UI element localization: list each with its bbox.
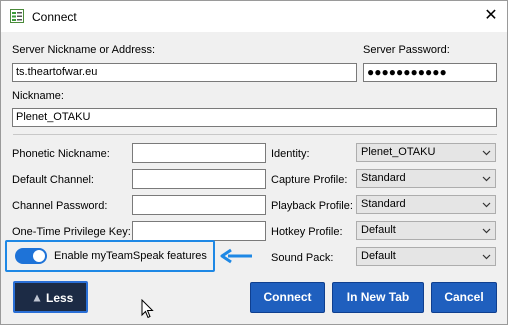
sound-pack-value: Default: [361, 250, 396, 262]
default-channel-input[interactable]: [132, 169, 266, 189]
phonetic-nickname-label: Phonetic Nickname:: [12, 148, 110, 160]
playback-profile-label: Playback Profile:: [271, 200, 353, 212]
mytsfeatures-toggle[interactable]: [15, 248, 47, 264]
server-password-input[interactable]: ●●●●●●●●●●●: [363, 63, 497, 82]
connect-button[interactable]: Connect: [250, 282, 325, 313]
identity-label: Identity:: [271, 148, 310, 160]
capture-profile-select[interactable]: Standard: [356, 169, 496, 188]
chevron-down-icon: [482, 202, 491, 208]
hotkey-profile-select[interactable]: Default: [356, 221, 496, 240]
cancel-button[interactable]: Cancel: [431, 282, 497, 313]
channel-password-input[interactable]: [132, 195, 266, 215]
server-address-input[interactable]: ts.theartofwar.eu: [12, 63, 357, 82]
default-channel-label: Default Channel:: [12, 174, 94, 186]
mouse-cursor-icon: [141, 299, 154, 319]
privilege-key-input[interactable]: [132, 221, 266, 241]
chevron-down-icon: [482, 176, 491, 182]
playback-profile-select[interactable]: Standard: [356, 195, 496, 214]
server-address-label: Server Nickname or Address:: [12, 44, 156, 56]
close-button[interactable]: ✕: [479, 5, 503, 27]
mytsfeatures-highlight: Enable myTeamSpeak features: [5, 240, 215, 272]
less-label: Less: [46, 291, 74, 305]
identity-value: Plenet_OTAKU: [361, 146, 436, 158]
triangle-up-icon: [33, 294, 41, 302]
server-password-label: Server Password:: [363, 44, 450, 56]
arrow-left-icon: [220, 248, 252, 264]
capture-profile-value: Standard: [361, 172, 406, 184]
nickname-input[interactable]: Plenet_OTAKU: [12, 108, 497, 127]
connect-dialog: Connect ✕ Server Nickname or Address: ts…: [0, 0, 508, 325]
hotkey-profile-value: Default: [361, 224, 396, 236]
hotkey-profile-label: Hotkey Profile:: [271, 226, 343, 238]
title-bar: Connect ✕: [1, 1, 507, 32]
chevron-down-icon: [482, 228, 491, 234]
new-tab-button[interactable]: In New Tab: [332, 282, 424, 313]
channel-password-label: Channel Password:: [12, 200, 108, 212]
playback-profile-value: Standard: [361, 198, 406, 210]
phonetic-nickname-input[interactable]: [132, 143, 266, 163]
capture-profile-label: Capture Profile:: [271, 174, 348, 186]
privilege-key-label: One-Time Privilege Key:: [12, 226, 131, 238]
identity-select[interactable]: Plenet_OTAKU: [356, 143, 496, 162]
toggle-knob: [33, 250, 45, 262]
less-button[interactable]: Less: [13, 281, 88, 313]
app-icon: [10, 9, 24, 23]
sound-pack-label: Sound Pack:: [271, 252, 334, 264]
chevron-down-icon: [482, 150, 491, 156]
mytsfeatures-label: Enable myTeamSpeak features: [54, 250, 207, 262]
window-title: Connect: [32, 10, 77, 24]
chevron-down-icon: [482, 254, 491, 260]
section-divider: [13, 134, 497, 135]
nickname-label: Nickname:: [12, 90, 64, 102]
sound-pack-select[interactable]: Default: [356, 247, 496, 266]
close-icon: ✕: [484, 7, 498, 24]
